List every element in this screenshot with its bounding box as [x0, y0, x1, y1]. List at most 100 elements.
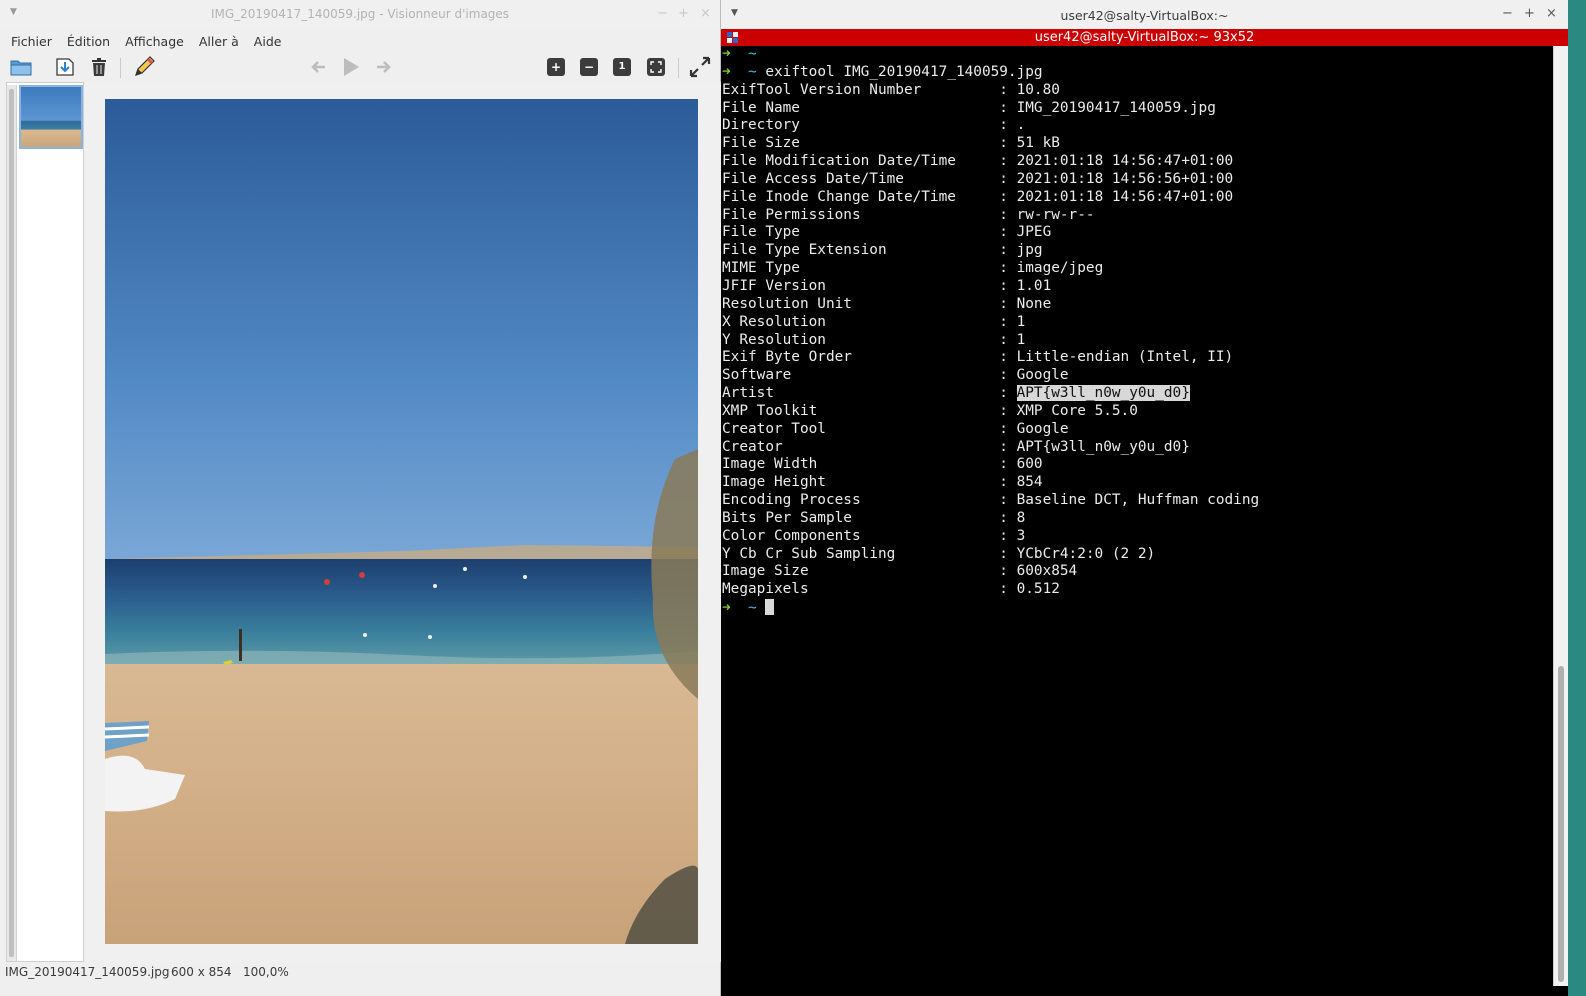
- image-viewer-window: ▼ IMG_20190417_140059.jpg - Visionneur d…: [0, 0, 721, 996]
- maximize-icon[interactable]: +: [678, 6, 689, 21]
- image-display-area: [84, 82, 721, 962]
- thumbnail-selected[interactable]: [19, 85, 83, 149]
- normal-size-icon: 1: [613, 58, 631, 76]
- exif-row: Megapixels : 0.512: [722, 581, 1060, 598]
- exif-key: File Inode Change Date/Time: [722, 188, 956, 205]
- menu-aide[interactable]: Aide: [254, 34, 282, 49]
- desktop: ▼ IMG_20190417_140059.jpg - Visionneur d…: [0, 0, 1586, 996]
- exif-value: 600x854: [1016, 563, 1078, 580]
- fit-window-button[interactable]: [644, 55, 668, 79]
- exif-key: File Access Date/Time: [722, 170, 904, 187]
- exif-row: Software : Google: [722, 367, 1069, 384]
- exif-row: MIME Type : image/jpeg: [722, 260, 1104, 277]
- menu-edition[interactable]: Édition: [67, 34, 110, 49]
- minimize-icon[interactable]: −: [1502, 6, 1513, 21]
- next-button[interactable]: [372, 55, 396, 79]
- thumbnail-scrollbar[interactable]: [7, 85, 17, 961]
- exif-key: File Modification Date/Time: [722, 153, 956, 170]
- exif-row: Image Size : 600x854: [722, 563, 1078, 580]
- minimize-icon[interactable]: −: [657, 6, 668, 21]
- terminal-output[interactable]: ➜ ~ ➜ ~ exiftool IMG_20190417_140059.jpg E…: [721, 46, 1553, 986]
- exif-value: IMG_20190417_140059.jpg: [1016, 99, 1216, 116]
- open-button[interactable]: [9, 55, 33, 79]
- exif-row: Image Width : 600: [722, 456, 1043, 473]
- terminal-titlebar[interactable]: ▼ user42@salty-VirtualBox:~ − + ×: [721, 0, 1568, 29]
- slideshow-button[interactable]: [339, 55, 363, 79]
- exif-key: File Permissions: [722, 206, 861, 223]
- menu-affichage[interactable]: Affichage: [125, 34, 184, 49]
- viewer-menubar: Fichier Édition Affichage Aller à Aide: [0, 30, 720, 52]
- exif-key: Y Cb Cr Sub Sampling: [722, 545, 896, 562]
- exif-row: File Permissions : rw-rw-r--: [722, 206, 1095, 223]
- terminal-command: exiftool IMG_20190417_140059.jpg: [765, 63, 1043, 80]
- exif-row: Directory : .: [722, 117, 1026, 134]
- exif-row: Creator : APT{w3ll_n0w_y0u_d0}: [722, 438, 1190, 455]
- exif-key: MIME Type: [722, 260, 800, 277]
- close-icon[interactable]: ×: [1546, 6, 1557, 21]
- exif-value: jpg: [1016, 242, 1043, 259]
- exif-value: 51 kB: [1016, 135, 1060, 152]
- exif-value: .: [1016, 117, 1026, 134]
- edit-button[interactable]: [132, 55, 156, 79]
- exif-row: File Type Extension : jpg: [722, 242, 1043, 259]
- fullscreen-button[interactable]: [688, 55, 712, 79]
- terminal-tab[interactable]: user42@salty-VirtualBox:~ 93x52: [721, 29, 1568, 46]
- exif-key: Encoding Process: [722, 492, 861, 509]
- terminal-prompt-line: ➜ ~: [722, 599, 1553, 618]
- fit-window-icon: [647, 58, 665, 76]
- viewer-statusbar: IMG_20190417_140059.jpg 600 x 854 100,0%: [0, 962, 721, 996]
- exif-row: File Size : 51 kB: [722, 135, 1060, 152]
- exif-key: File Name: [722, 99, 800, 116]
- exif-row: Encoding Process : Baseline DCT, Huffman…: [722, 492, 1260, 509]
- exif-value: 1: [1016, 313, 1026, 330]
- exif-value: JPEG: [1016, 224, 1052, 241]
- exif-value: 2021:01:18 14:56:47+01:00: [1016, 188, 1234, 205]
- exif-row: File Access Date/Time : 2021:01:18 14:56…: [722, 170, 1234, 187]
- exif-row: Creator Tool : Google: [722, 420, 1069, 437]
- menu-aller-a[interactable]: Aller à: [199, 34, 239, 49]
- exif-row: JFIF Version : 1.01: [722, 277, 1052, 294]
- exif-row: Artist : APT{w3ll_n0w_y0u_d0}: [722, 385, 1190, 402]
- terminal-cursor: [765, 599, 775, 616]
- viewer-titlebar[interactable]: ▼ IMG_20190417_140059.jpg - Visionneur d…: [0, 0, 720, 30]
- exif-key: Software: [722, 367, 792, 384]
- scrollbar-thumb[interactable]: [1558, 666, 1564, 982]
- thumbnail-pane: [6, 82, 84, 962]
- exif-key: Artist: [722, 385, 774, 402]
- forward-arrow-icon: [377, 61, 391, 73]
- edit-pencil-icon: [135, 56, 155, 76]
- viewer-window-title: IMG_20190417_140059.jpg - Visionneur d'i…: [210, 7, 510, 21]
- prompt-directory: ~: [748, 600, 757, 617]
- terminal-scrollbar[interactable]: [1553, 46, 1568, 986]
- exif-row: Bits Per Sample : 8: [722, 509, 1026, 526]
- exif-value: Google: [1016, 420, 1069, 437]
- exif-value: None: [1016, 295, 1052, 312]
- scrollbar-thumb[interactable]: [9, 89, 14, 957]
- exif-key: X Resolution: [722, 313, 826, 330]
- terminal-prompt-line: ➜ ~ exiftool IMG_20190417_140059.jpg: [722, 64, 1553, 82]
- exif-key: File Type Extension: [722, 242, 887, 259]
- trash-icon: [92, 58, 106, 76]
- save-button[interactable]: [53, 55, 77, 79]
- exif-value: 2021:01:18 14:56:47+01:00: [1016, 153, 1234, 170]
- menu-fichier[interactable]: Fichier: [11, 34, 52, 49]
- exif-row: File Modification Date/Time : 2021:01:18…: [722, 153, 1234, 170]
- exif-value: 0.512: [1016, 581, 1060, 598]
- exif-value: 1.01: [1016, 277, 1052, 294]
- maximize-icon[interactable]: +: [1524, 6, 1535, 21]
- zoom-in-button[interactable]: +: [544, 55, 568, 79]
- previous-button[interactable]: [306, 55, 330, 79]
- exif-key: Image Size: [722, 563, 809, 580]
- prompt-arrow: ➜: [722, 46, 731, 62]
- exif-row: File Name : IMG_20190417_140059.jpg: [722, 99, 1216, 116]
- exif-value: 3: [1016, 527, 1026, 544]
- open-folder-icon: [10, 60, 32, 76]
- exif-value: rw-rw-r--: [1016, 206, 1095, 223]
- close-icon[interactable]: ×: [700, 6, 711, 21]
- normal-size-button[interactable]: 1: [610, 55, 634, 79]
- prompt-arrow: ➜: [722, 600, 731, 617]
- exif-value: 1: [1016, 331, 1026, 348]
- zoom-out-button[interactable]: −: [577, 55, 601, 79]
- delete-button[interactable]: [87, 55, 111, 79]
- viewer-toolbar: + − 1: [0, 52, 720, 82]
